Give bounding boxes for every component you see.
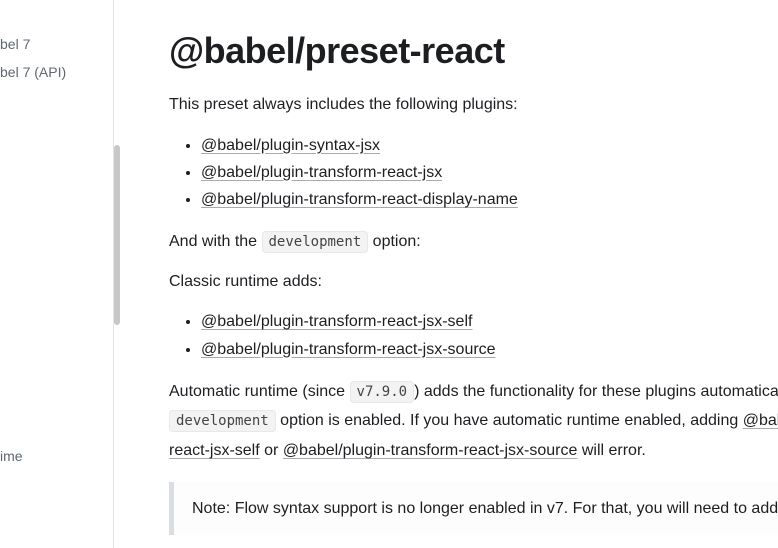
intro-text: This preset always includes the followin…: [169, 92, 778, 118]
text-span: will error.: [577, 442, 645, 459]
plugins-classic-list: @babel/plugin-transform-react-jsx-self @…: [169, 308, 778, 362]
automatic-runtime-paragraph-line1: Automatic runtime (since v7.9.0) adds th…: [169, 379, 778, 405]
code-development: development: [262, 231, 369, 253]
sidebar-scrollbar[interactable]: [114, 145, 120, 325]
text-span: or: [260, 442, 283, 459]
plugin-link[interactable]: @babel/plugin-transform-react-jsx: [201, 164, 442, 181]
code-development: development: [169, 410, 276, 432]
list-item: @babel/plugin-transform-react-display-na…: [201, 186, 778, 213]
main-content: @babel/preset-react This preset always i…: [114, 0, 778, 548]
automatic-runtime-paragraph-line2: development option is enabled. If you ha…: [169, 408, 778, 434]
note-text: Note: Flow syntax support is no longer e…: [192, 496, 760, 522]
list-item: @babel/plugin-transform-react-jsx: [201, 159, 778, 186]
list-item: @babel/plugin-syntax-jsx: [201, 132, 778, 159]
text-span: option is enabled. If you have automatic…: [276, 412, 743, 429]
sidebar-item-babel7-api[interactable]: bel 7 (API): [0, 58, 113, 86]
list-item: @babel/plugin-transform-react-jsx-self: [201, 308, 778, 335]
plugin-link-source[interactable]: @babel/plugin-transform-react-jsx-source: [283, 442, 578, 459]
sidebar-item-babel7[interactable]: bel 7: [0, 30, 113, 58]
page-title: @babel/preset-react: [169, 30, 778, 72]
text-span: And with the: [169, 233, 262, 250]
sidebar: bel 7 bel 7 (API) ime: [0, 0, 114, 548]
text-span: ) adds the functionality for these plugi…: [414, 383, 778, 400]
plugin-link[interactable]: @babel/plugin-transform-react-display-na…: [201, 191, 518, 208]
note-block: Note: Flow syntax support is no longer e…: [169, 482, 778, 536]
code-version: v7.9.0: [350, 381, 415, 403]
plugin-link[interactable]: @babel/plugin-transform-react-jsx-self: [201, 313, 472, 330]
text-span: option:: [368, 233, 420, 250]
plugin-link[interactable]: @babel/plugin-transform-react-jsx-source: [201, 341, 496, 358]
automatic-runtime-paragraph-line3: react-jsx-self or @babel/plugin-transfor…: [169, 438, 778, 464]
plugins-always-list: @babel/plugin-syntax-jsx @babel/plugin-t…: [169, 132, 778, 214]
classic-runtime-heading: Classic runtime adds:: [169, 269, 778, 295]
text-span: Automatic runtime (since: [169, 383, 350, 400]
sidebar-item-runtime[interactable]: ime: [0, 442, 23, 470]
with-dev-paragraph: And with the development option:: [169, 229, 778, 255]
plugin-link-self[interactable]: react-jsx-self: [169, 442, 260, 459]
list-item: @babel/plugin-transform-react-jsx-source: [201, 336, 778, 363]
plugin-link[interactable]: @babel/plugin-syntax-jsx: [201, 137, 380, 154]
plugin-link-self-cut[interactable]: @babe: [743, 412, 778, 429]
